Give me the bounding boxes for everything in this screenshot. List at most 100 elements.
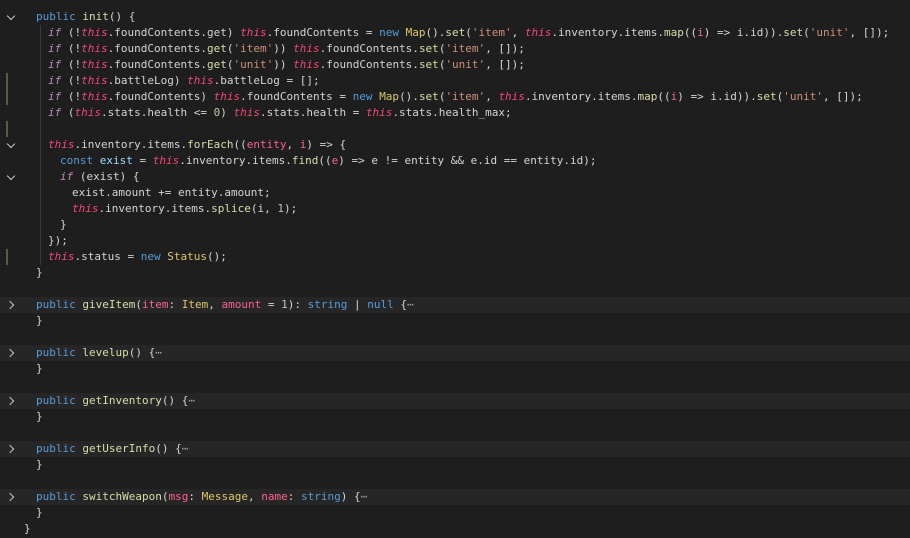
code-line[interactable]: } bbox=[0, 409, 910, 425]
code-token: Message bbox=[201, 490, 248, 503]
code-line[interactable]: if (this.stats.health <= 0) this.stats.h… bbox=[0, 105, 910, 121]
folded-code-line[interactable]: public getUserInfo() {⋯ bbox=[0, 441, 910, 457]
folded-ellipsis-icon[interactable]: ⋯ bbox=[155, 346, 162, 359]
code-line[interactable]: } bbox=[0, 217, 910, 233]
code-line[interactable]: this.inventory.items.splice(i, 1); bbox=[0, 201, 910, 217]
folded-code-line[interactable]: public switchWeapon(msg: Message, name: … bbox=[0, 489, 910, 505]
folded-code-line[interactable]: public giveItem(item: Item, amount = 1):… bbox=[0, 297, 910, 313]
code-token: } bbox=[36, 362, 43, 375]
code-token: = bbox=[132, 154, 153, 167]
code-line[interactable]: if (!this.battleLog) this.battleLog = []… bbox=[0, 73, 910, 89]
code-token: ) { bbox=[340, 490, 361, 503]
fold-collapsed-chevron-icon[interactable] bbox=[8, 301, 15, 308]
code-text: } bbox=[36, 409, 43, 425]
code-token: )) bbox=[273, 58, 294, 71]
code-token: this bbox=[187, 74, 214, 87]
fold-expanded-chevron-icon[interactable] bbox=[8, 141, 15, 148]
code-token: 'unit' bbox=[783, 90, 824, 103]
code-token: (! bbox=[61, 26, 82, 39]
code-token: .stats.health_max; bbox=[392, 106, 512, 119]
folded-code-line[interactable]: public getInventory() {⋯ bbox=[0, 393, 910, 409]
code-token: string bbox=[300, 490, 341, 503]
code-token: } bbox=[36, 266, 43, 279]
code-line[interactable]: if (!this.foundContents.get('item')) thi… bbox=[0, 41, 910, 57]
fold-collapsed-chevron-icon[interactable] bbox=[8, 493, 15, 500]
code-token: if bbox=[48, 90, 62, 103]
fold-expanded-chevron-icon[interactable] bbox=[8, 13, 15, 20]
fold-collapsed-chevron-icon[interactable] bbox=[8, 349, 15, 356]
code-line[interactable]: if (!this.foundContents.get) this.foundC… bbox=[0, 25, 910, 41]
code-token: .inventory.items. bbox=[551, 26, 665, 39]
code-text: } bbox=[36, 265, 43, 281]
code-line[interactable] bbox=[0, 425, 910, 441]
code-token: levelup bbox=[82, 346, 129, 359]
code-token: ) => i.id)). bbox=[677, 90, 757, 103]
code-line[interactable]: if (exist) { bbox=[0, 169, 910, 185]
code-token: .foundContents) bbox=[107, 90, 214, 103]
code-token: Status bbox=[167, 250, 207, 263]
code-token: )) bbox=[273, 42, 294, 55]
code-line[interactable]: } bbox=[0, 313, 910, 329]
code-token: .battleLog) bbox=[107, 74, 188, 87]
folded-ellipsis-icon[interactable]: ⋯ bbox=[188, 394, 195, 407]
code-line[interactable]: } bbox=[0, 505, 910, 521]
code-token: null bbox=[367, 298, 394, 311]
code-line[interactable]: } bbox=[0, 521, 910, 537]
code-token: splice bbox=[211, 202, 251, 215]
code-token: 'item' bbox=[233, 42, 274, 55]
code-token: } bbox=[36, 458, 43, 471]
folded-ellipsis-icon[interactable]: ⋯ bbox=[361, 490, 368, 503]
code-text: } bbox=[36, 313, 43, 329]
code-line[interactable]: } bbox=[0, 361, 910, 377]
code-token: new bbox=[352, 90, 373, 103]
code-text: } bbox=[36, 457, 43, 473]
code-token: const bbox=[60, 154, 94, 167]
code-token: 'item' bbox=[471, 26, 512, 39]
folded-ellipsis-icon[interactable]: ⋯ bbox=[182, 442, 189, 455]
code-line[interactable]: exist.amount += entity.amount; bbox=[0, 185, 910, 201]
code-token: .foundContents = bbox=[240, 90, 353, 103]
code-text: const exist = this.inventory.items.find(… bbox=[60, 153, 597, 169]
code-text: this.inventory.items.splice(i, 1); bbox=[72, 201, 297, 217]
code-line[interactable] bbox=[0, 329, 910, 345]
code-token: } bbox=[36, 314, 43, 327]
fold-collapsed-chevron-icon[interactable] bbox=[8, 445, 15, 452]
code-text: } bbox=[24, 521, 31, 537]
code-line[interactable]: } bbox=[0, 265, 910, 281]
code-editor[interactable]: public init() {if (!this.foundContents.g… bbox=[0, 0, 910, 538]
code-line[interactable] bbox=[0, 377, 910, 393]
code-token: if bbox=[48, 42, 62, 55]
code-text: if (!this.foundContents) this.foundConte… bbox=[48, 89, 863, 105]
code-line[interactable]: this.inventory.items.forEach((entity, i)… bbox=[0, 137, 910, 153]
code-line[interactable]: if (!this.foundContents) this.foundConte… bbox=[0, 89, 910, 105]
code-line[interactable] bbox=[0, 473, 910, 489]
code-token: this bbox=[48, 250, 75, 263]
code-token: (! bbox=[61, 74, 82, 87]
code-text: public init() { bbox=[36, 9, 135, 25]
code-token: map bbox=[664, 26, 684, 39]
code-token: string bbox=[307, 298, 348, 311]
code-token: this bbox=[233, 106, 260, 119]
code-line[interactable]: if (!this.foundContents.get('unit')) thi… bbox=[0, 57, 910, 73]
code-token: (). bbox=[399, 90, 419, 103]
fold-collapsed-chevron-icon[interactable] bbox=[8, 397, 15, 404]
fold-expanded-chevron-icon[interactable] bbox=[8, 173, 15, 180]
code-line[interactable]: } bbox=[0, 457, 910, 473]
code-line[interactable]: this.status = new Status(); bbox=[0, 249, 910, 265]
folded-ellipsis-icon[interactable]: ⋯ bbox=[407, 298, 414, 311]
code-token: map bbox=[637, 90, 658, 103]
code-line[interactable]: public init() { bbox=[0, 9, 910, 25]
code-line[interactable]: const exist = this.inventory.items.find(… bbox=[0, 153, 910, 169]
code-line[interactable] bbox=[0, 281, 910, 297]
code-token: (). bbox=[425, 26, 446, 39]
code-token: item bbox=[141, 298, 169, 311]
code-line[interactable]: }); bbox=[0, 233, 910, 249]
code-token: ) => { bbox=[306, 138, 347, 151]
modified-line-marker bbox=[6, 89, 8, 105]
modified-line-marker bbox=[6, 121, 8, 137]
code-token: : bbox=[168, 298, 182, 311]
code-token: set bbox=[756, 90, 777, 103]
folded-code-line[interactable]: public levelup() {⋯ bbox=[0, 345, 910, 361]
code-token: ) => i.id)). bbox=[703, 26, 784, 39]
code-line[interactable] bbox=[0, 121, 910, 137]
